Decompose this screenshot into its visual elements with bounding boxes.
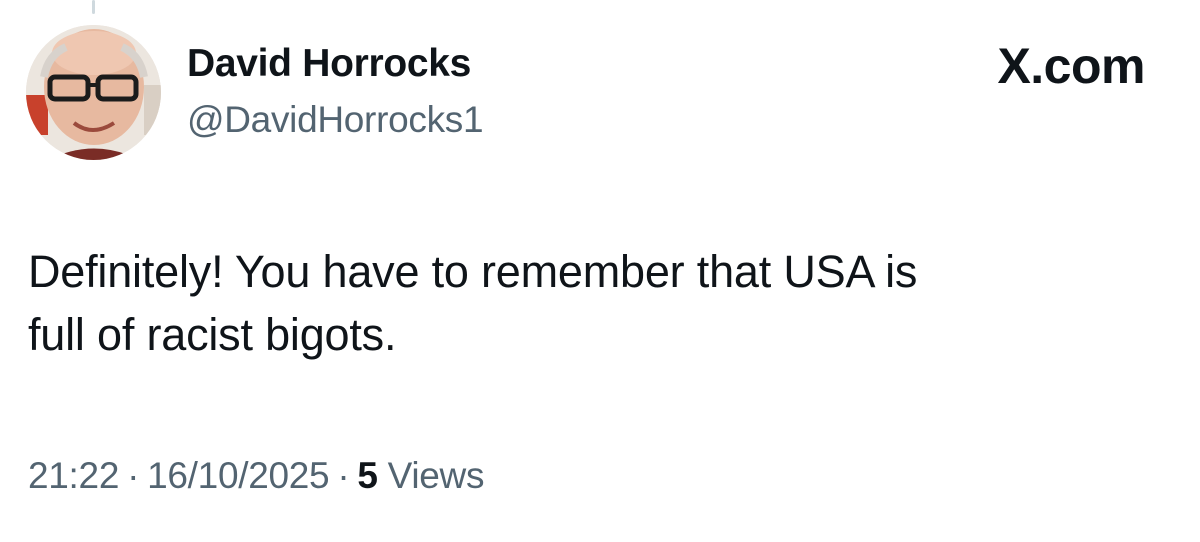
tweet-text: Definitely! You have to remember that US… [28,240,1148,366]
avatar[interactable] [26,25,161,160]
avatar-photo [26,25,161,160]
views-label[interactable]: Views [388,455,485,496]
meta-separator: · [127,455,140,496]
tweet-text-line: Definitely! You have to remember that US… [28,246,918,297]
tweet-text-line: full of racist bigots. [28,309,397,360]
meta-separator: · [337,455,350,496]
thread-connector-line [92,0,95,14]
x-com-logo-text: X.com [997,38,1145,94]
tweet-date[interactable]: 16/10/2025 [147,455,329,496]
author-display-name[interactable]: David Horrocks [187,41,471,87]
author-handle[interactable]: @DavidHorrocks1 [187,98,484,142]
tweet-metadata: 21:22 · 16/10/2025 · 5 Views [28,452,484,500]
tweet-time[interactable]: 21:22 [28,455,119,496]
views-count[interactable]: 5 [357,455,378,496]
